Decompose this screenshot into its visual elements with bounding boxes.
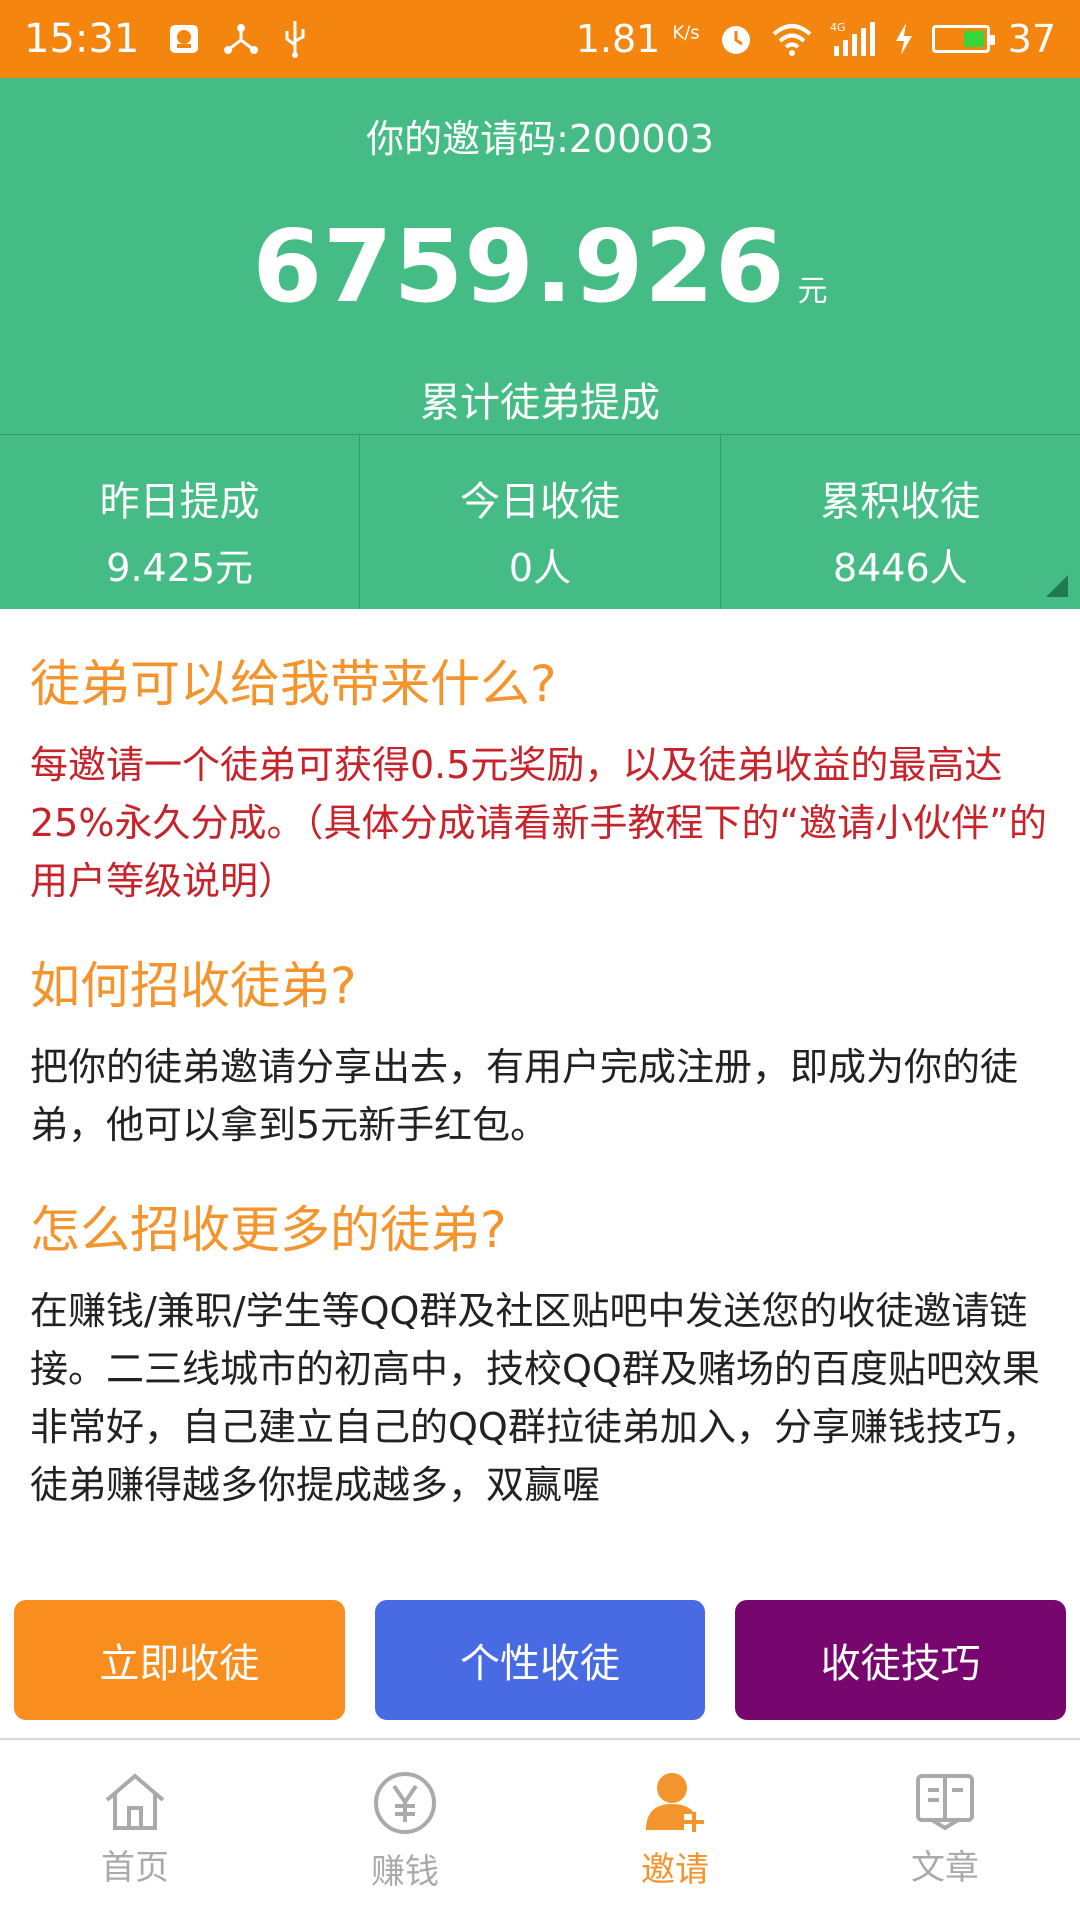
invite-user-icon: [646, 1773, 704, 1832]
stat-value: 8446人: [832, 546, 968, 590]
earnings-header: 你的邀请码:200003 6759.926 元 累计徒弟提成: [0, 78, 1080, 434]
total-commission-amount: 6759.926: [252, 208, 786, 325]
stat-title: 昨日提成: [99, 479, 260, 525]
stats-row: 昨日提成 9.425元 今日收徒 0人 累积收徒 8446人: [0, 434, 1080, 609]
usb-icon: [285, 21, 305, 58]
tab-earn[interactable]: 赚钱: [270, 1740, 540, 1922]
custom-recruit-button[interactable]: 个性收徒: [374, 1600, 706, 1720]
signal-4g-icon: 4G: [830, 21, 875, 56]
battery-icon: [931, 25, 995, 53]
stat-value: 0人: [508, 546, 572, 590]
section-body-benefits: 每邀请一个徒弟可获得0.5元奖励，以及徒弟收益的最高达25%永久分成。（具体分成…: [30, 743, 1047, 903]
battery-level: 37: [1007, 17, 1056, 61]
tab-invite[interactable]: 邀请: [540, 1740, 810, 1922]
notification-icon: [170, 25, 199, 53]
amount-unit: 元: [797, 274, 828, 309]
tab-label: 邀请: [641, 1850, 709, 1890]
net-speed-unit: K/s: [672, 22, 700, 44]
action-buttons: 立即收徒 个性收徒 收徒技巧: [0, 1600, 1080, 1720]
corner-indicator-icon: [1045, 575, 1068, 597]
stat-title: 今日收徒: [459, 479, 620, 525]
recruit-tips-button[interactable]: 收徒技巧: [735, 1600, 1067, 1720]
total-commission-label: 累计徒弟提成: [420, 380, 660, 426]
tab-label: 首页: [101, 1848, 169, 1888]
stat-total-recruits[interactable]: 累积收徒 8446人: [719, 435, 1080, 609]
section-title-recruit-more: 怎么招收更多的徒弟?: [30, 1201, 507, 1259]
tab-label: 文章: [911, 1848, 979, 1888]
stat-title: 累积收徒: [820, 479, 981, 525]
book-icon: [916, 1774, 974, 1831]
status-time: 15:31: [24, 16, 140, 62]
tab-home[interactable]: 首页: [0, 1740, 270, 1922]
recruit-now-button[interactable]: 立即收徒: [14, 1600, 345, 1720]
section-body-how-to-recruit: 把你的徒弟邀请分享出去，有用户完成注册，即成为你的徒弟，他可以拿到5元新手红包。: [30, 1045, 1019, 1147]
stat-today-recruits: 今日收徒 0人: [359, 435, 719, 609]
net-speed: 1.81: [575, 17, 661, 61]
section-title-benefits: 徒弟可以给我带来什么?: [30, 655, 557, 713]
charging-icon: [895, 23, 912, 55]
stat-yesterday-commission: 昨日提成 9.425元: [0, 435, 359, 609]
bottom-tab-bar: 首页 赚钱 邀请 文章: [0, 1738, 1080, 1922]
svg-text:4G: 4G: [830, 21, 846, 34]
wifi-icon: [772, 24, 811, 56]
section-title-how-to-recruit: 如何招收徒弟?: [30, 957, 357, 1015]
share-icon: [224, 24, 259, 54]
status-bar: 15:31 1.81 K/s 4G 37: [0, 0, 1080, 78]
home-icon: [105, 1773, 165, 1830]
alarm-icon: [721, 26, 750, 54]
stat-value: 9.425元: [106, 546, 254, 590]
tab-articles[interactable]: 文章: [810, 1740, 1080, 1922]
yen-icon: [374, 1772, 436, 1834]
invite-code: 你的邀请码:200003: [366, 117, 714, 161]
tab-label: 赚钱: [371, 1852, 439, 1892]
info-content[interactable]: 徒弟可以给我带来什么? 每邀请一个徒弟可获得0.5元奖励，以及徒弟收益的最高达2…: [0, 608, 1080, 1553]
section-body-recruit-more: 在赚钱/兼职/学生等QQ群及社区贴吧中发送您的收徒邀请链接。二三线城市的初高中，…: [30, 1289, 1040, 1507]
